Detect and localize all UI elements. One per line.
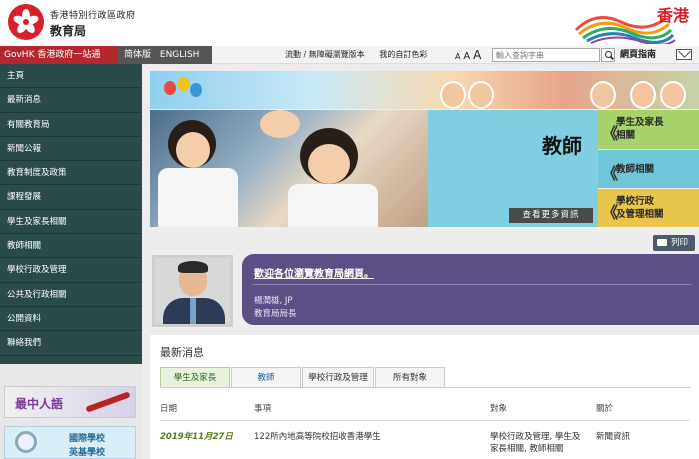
- welcome-divider: [252, 284, 692, 285]
- banner-photo: [150, 110, 428, 227]
- magnifier-icon: [15, 431, 37, 453]
- brand-hk-text: 香港: [656, 6, 689, 25]
- tabs-divider: [160, 387, 690, 388]
- sidebar-item-latest-news[interactable]: 最新消息: [0, 88, 142, 113]
- news-row-category: 新聞資訊: [596, 432, 631, 442]
- utility-links: 流動 / 無障礙瀏覽版本 我的自訂色彩: [285, 46, 439, 64]
- lang-simplified-link[interactable]: 简体版: [124, 50, 151, 60]
- hksar-emblem-icon[interactable]: [8, 4, 44, 40]
- sidebar-item-curriculum[interactable]: 課程發展: [0, 185, 142, 210]
- category-school-admin[interactable]: 《 學校行政 及管理相關: [598, 189, 699, 227]
- secretary-photo: [152, 255, 233, 327]
- mail-icon[interactable]: [676, 49, 692, 60]
- sidebar-item-open-data[interactable]: 公開資料: [0, 307, 142, 332]
- news-row-target-line2: 家長相關, 教師相關: [490, 444, 564, 454]
- my-colour-link[interactable]: 我的自訂色彩: [379, 50, 427, 59]
- banner-strip-image: [150, 71, 699, 109]
- category-teachers[interactable]: 《 教師相關: [598, 150, 699, 188]
- news-row-date: 2019年11月27日: [160, 432, 233, 442]
- web-guide-link[interactable]: 網頁指南: [620, 46, 656, 64]
- printer-icon: [657, 239, 667, 246]
- tab-all[interactable]: 所有對象: [375, 367, 445, 387]
- more-info-button[interactable]: 查看更多資訊: [509, 208, 593, 223]
- tab-teachers[interactable]: 教師: [231, 367, 301, 387]
- site-header: 香港特別行政區政府 教育局 香港: [0, 0, 699, 46]
- sidebar-item-about[interactable]: 有關教育局: [0, 113, 142, 137]
- category-students-parents[interactable]: 《 學生及家長 相關: [598, 110, 699, 149]
- lang-english-link[interactable]: ENGLISH: [160, 50, 200, 60]
- header-divider: [160, 420, 690, 421]
- category-school-admin-label: 學校行政 及管理相關: [616, 196, 664, 220]
- sidebar-item-public[interactable]: 公共及行政相關: [0, 283, 142, 307]
- welcome-title-link[interactable]: 歡迎各位瀏覽教育局網頁。: [254, 265, 374, 280]
- column-header-date: 日期: [160, 404, 178, 414]
- font-small-button[interactable]: A: [455, 52, 460, 61]
- print-button[interactable]: 列印: [653, 235, 695, 251]
- category-students-parents-label: 學生及家長 相關: [616, 117, 664, 141]
- mobile-accessible-link[interactable]: 流動 / 無障礙瀏覽版本: [285, 50, 365, 59]
- pen-icon: [85, 391, 131, 413]
- sidebar-item-policy[interactable]: 教育制度及政策: [0, 161, 142, 186]
- promo-banner-1-text: 最中人語: [15, 397, 64, 411]
- search-icon[interactable]: [601, 48, 615, 62]
- news-heading: 最新消息: [160, 346, 204, 359]
- secretary-role: 教育局局長: [254, 309, 297, 319]
- tab-students-parents[interactable]: 學生及家長: [160, 367, 230, 387]
- search-input[interactable]: [492, 48, 600, 62]
- sidebar-menu: 主頁 最新消息 有關教育局 新聞公報 教育制度及政策 課程發展 學生及家長相關 …: [0, 64, 142, 364]
- column-header-item: 事項: [254, 404, 272, 414]
- sidebar-item-school-admin[interactable]: 學校行政及管理: [0, 258, 142, 283]
- secretary-name: 楊潤雄, JP: [254, 296, 293, 306]
- font-size-controls: A A A: [455, 46, 481, 64]
- tab-school-admin[interactable]: 學校行政及管理: [302, 367, 374, 387]
- promo-banner-2[interactable]: 國際學校 英基學校: [4, 426, 136, 459]
- promo-banner-1[interactable]: 最中人語: [4, 386, 136, 418]
- banner-title: 教師: [542, 134, 582, 158]
- print-label: 列印: [671, 238, 689, 248]
- news-row-item-link[interactable]: 122所內地高等院校招收香港學生: [254, 430, 381, 442]
- sidebar-item-contact[interactable]: 聯絡我們: [0, 331, 142, 356]
- column-header-target: 對象: [490, 404, 508, 414]
- sidebar-item-students-parents[interactable]: 學生及家長相關: [0, 210, 142, 235]
- news-row-target-line1: 學校行政及管理, 學生及: [490, 432, 581, 442]
- govhk-link[interactable]: GovHK 香港政府一站通: [0, 46, 118, 64]
- promo-banner-2-line1: 國際學校: [69, 434, 106, 444]
- top-navbar: GovHK 香港政府一站通 简体版 ENGLISH 流動 / 無障礙瀏覽版本 我…: [0, 46, 699, 64]
- font-medium-button[interactable]: A: [463, 51, 470, 62]
- sidebar-item-teachers[interactable]: 教師相關: [0, 234, 142, 259]
- column-header-category: 關於: [596, 404, 614, 414]
- font-large-button[interactable]: A: [473, 48, 481, 62]
- promo-banner-2-line2: 英基學校: [69, 448, 106, 458]
- sidebar-item-home[interactable]: 主頁: [0, 64, 142, 89]
- category-teachers-label: 教師相關: [616, 164, 655, 175]
- language-switcher: 简体版 ENGLISH: [118, 46, 212, 64]
- bureau-name[interactable]: 教育局: [50, 22, 86, 39]
- gov-name: 香港特別行政區政府: [50, 11, 136, 21]
- sidebar-item-press[interactable]: 新聞公報: [0, 137, 142, 162]
